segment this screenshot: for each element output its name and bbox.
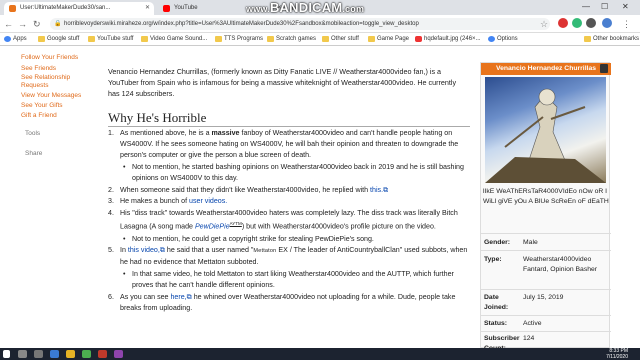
edge-icon[interactable]	[50, 350, 59, 358]
close-window-button[interactable]: ✕	[622, 0, 629, 14]
list-item: Not to mention, he could get a copyright…	[108, 234, 470, 245]
file-explorer-icon[interactable]	[66, 350, 75, 358]
sidebar-item-gift-friend[interactable]: Gift a Friend	[21, 112, 57, 119]
list-item: In that same video, he told Mettaton to …	[108, 269, 470, 291]
tab-title: YouTube	[174, 5, 198, 11]
sidebar-item-gifts[interactable]: See Your Gifts	[21, 102, 63, 109]
folder-icon	[215, 36, 222, 42]
close-icon[interactable]: ✕	[145, 2, 150, 15]
bandicam-icon[interactable]	[98, 350, 107, 358]
infobox: Venancio Hernandez Churrillas lIkE WeATh…	[480, 62, 611, 348]
wiki-link[interactable]: user videos.	[189, 197, 227, 205]
bookmark-folder[interactable]: Video Game Sound...	[141, 35, 207, 44]
address-bar-row: ← → ↻ 🔒 horriblevoyderswiki.miraheze.org…	[0, 15, 640, 33]
menu-icon[interactable]: ⋮	[622, 18, 631, 30]
bookmark-folder[interactable]: Google stuff	[38, 35, 79, 44]
image-icon	[415, 36, 422, 42]
chrome-icon[interactable]	[82, 350, 91, 358]
skeleton-artwork-icon	[485, 88, 606, 183]
sidebar-item-follow-friends[interactable]: Follow Your Friends	[21, 54, 78, 61]
extension-icon[interactable]	[586, 18, 596, 28]
wiki-link[interactable]: PewDiePie	[195, 223, 230, 231]
sidebar-item-requests[interactable]: Requests	[21, 82, 48, 89]
folder-icon	[141, 36, 148, 42]
options-icon	[488, 36, 495, 42]
folder-icon	[267, 36, 274, 42]
back-button[interactable]: ←	[4, 18, 13, 30]
list-item: 5. In this video,⧉ he said that a user na…	[108, 246, 468, 267]
app-icon[interactable]	[114, 350, 123, 358]
folder-icon	[322, 36, 329, 42]
forward-button[interactable]: →	[18, 18, 27, 30]
taskbar: 8:33 PM 7/11/2020	[0, 348, 640, 360]
url-text: horriblevoyderswiki.miraheze.org/w/index…	[64, 21, 419, 27]
tab-title: User:UltimateMakerDude30/san...	[20, 5, 111, 11]
reload-button[interactable]: ↻	[33, 18, 41, 30]
list-item: 3. He makes a bunch of user videos.	[108, 197, 228, 206]
tab-user-sandbox[interactable]: User:UltimateMakerDude30/san... ✕	[4, 2, 154, 15]
divider	[108, 126, 470, 127]
section-heading: Why He's Horrible	[108, 110, 207, 125]
list-item: 2. When someone said that they didn't lik…	[108, 185, 389, 194]
intro-paragraph: Venancio Hernandez Churrillas, (formerly…	[108, 67, 457, 98]
maximize-button[interactable]: ☐	[601, 0, 608, 14]
task-view-icon[interactable]	[34, 350, 43, 358]
sidebar-item-messages[interactable]: View Your Messages	[21, 92, 81, 99]
bookmark-link[interactable]: hqdefault.jpg (246×...	[415, 35, 481, 44]
start-icon[interactable]	[3, 350, 10, 358]
apps-icon	[4, 36, 11, 42]
bookmark-folder[interactable]: Scratch games	[267, 35, 316, 44]
bookmark-folder[interactable]: Game Page	[368, 35, 409, 44]
bookmark-folder[interactable]: YouTube stuff	[88, 35, 133, 44]
list-item: 6. As you can see here,⧉ he whined over W…	[108, 293, 456, 312]
bookmark-apps[interactable]: Apps	[4, 35, 27, 44]
page-content: Follow Your Friends See Friends See Rela…	[0, 46, 640, 348]
infobox-toggle-icon[interactable]	[600, 64, 608, 73]
external-link[interactable]: this.	[370, 186, 383, 194]
bookmark-folder[interactable]: Other stuff	[322, 35, 359, 44]
folder-icon	[88, 36, 95, 42]
youtube-favicon-icon	[163, 5, 170, 12]
minimize-button[interactable]: —	[582, 0, 590, 14]
external-link-icon: ⧉	[383, 185, 389, 194]
external-link[interactable]: this video,	[128, 246, 160, 254]
recorder-watermark: www.BANDICAM.com	[246, 0, 365, 15]
sidebar-heading-tools[interactable]: Tools	[25, 130, 40, 137]
folder-icon	[584, 36, 591, 42]
sidebar: Follow Your Friends See Friends See Rela…	[0, 46, 103, 348]
browser-tab-bar: User:UltimateMakerDude30/san... ✕ YouTub…	[0, 0, 640, 15]
sidebar-item-relationship[interactable]: See Relationship	[21, 74, 70, 81]
extension-icon[interactable]	[558, 18, 568, 28]
lock-icon: 🔒	[54, 21, 62, 27]
sidebar-item-see-friends[interactable]: See Friends	[21, 65, 56, 72]
url-input[interactable]: 🔒 horriblevoyderswiki.miraheze.org/w/ind…	[50, 18, 550, 30]
list-item: Not to mention, he started bashing opini…	[108, 162, 470, 184]
taskbar-clock[interactable]: 8:33 PM 7/11/2020	[606, 348, 628, 360]
infobox-image	[485, 77, 606, 183]
divider	[481, 250, 611, 251]
folder-icon	[38, 36, 45, 42]
bookmarks-bar: Apps Google stuff YouTube stuff Video Ga…	[0, 33, 640, 46]
avatar[interactable]	[602, 18, 612, 28]
bookmark-folder[interactable]: Other bookmarks	[584, 35, 639, 44]
list-item: 1. As mentioned above, he is a massive fa…	[108, 129, 459, 159]
folder-icon	[368, 36, 375, 42]
infobox-title: Venancio Hernandez Churrillas	[481, 63, 611, 75]
divider	[481, 315, 611, 316]
bookmark-link[interactable]: Options	[488, 35, 518, 44]
divider	[481, 233, 611, 234]
divider	[481, 289, 611, 290]
site-favicon-icon	[9, 5, 16, 12]
bookmark-folder[interactable]: TTS Programs	[215, 35, 263, 44]
extension-icon[interactable]	[572, 18, 582, 28]
external-link[interactable]: here,	[170, 293, 186, 301]
infobox-caption: lIkE WeAThERsTaR4000VIdEo nOw oR I WiLl …	[483, 188, 609, 205]
article-body: 1. As mentioned above, he is a massive fa…	[108, 128, 470, 315]
search-icon[interactable]	[18, 350, 27, 358]
bookmark-star-icon[interactable]: ☆	[540, 18, 548, 30]
list-item: 4. His "diss track" towards Weatherstar40…	[108, 209, 458, 231]
divider	[481, 331, 611, 332]
sidebar-heading-share[interactable]: Share	[25, 150, 42, 157]
